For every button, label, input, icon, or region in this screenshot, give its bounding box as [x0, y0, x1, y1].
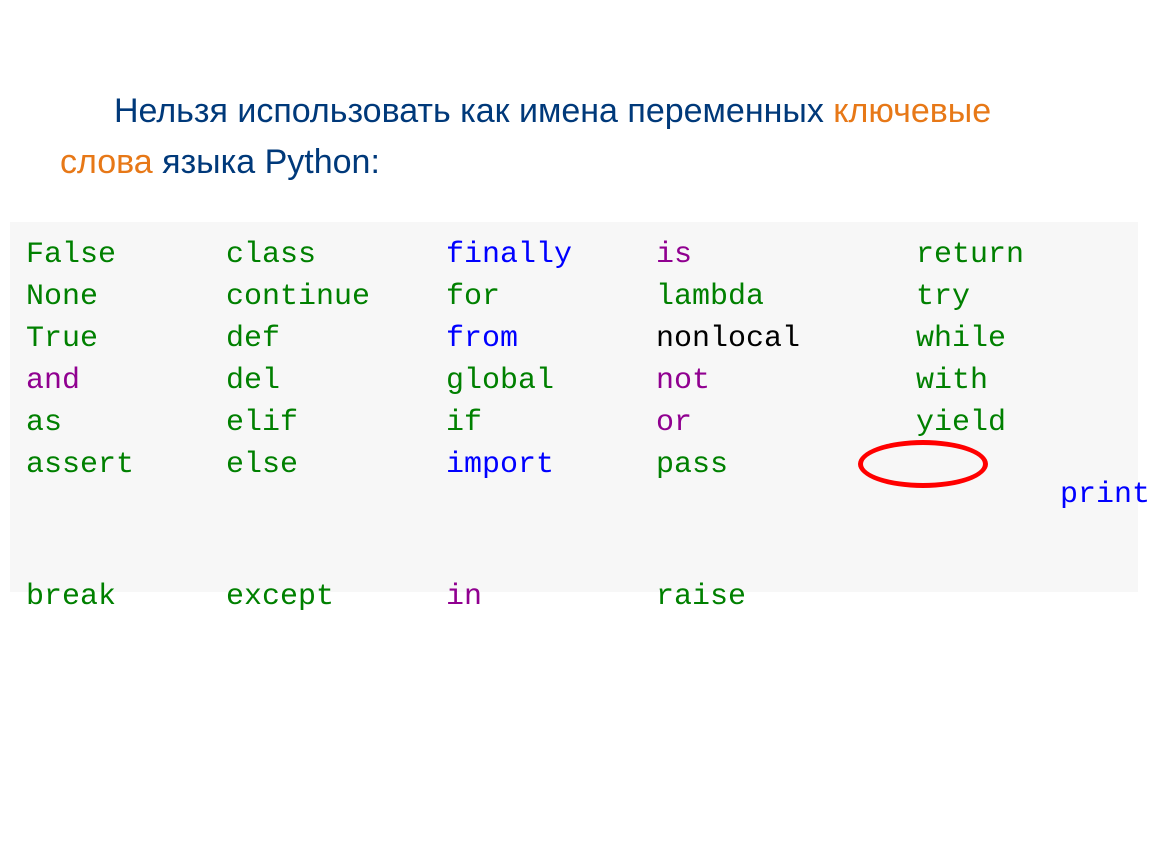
- kw-cell: yield: [876, 408, 1150, 438]
- kw-cell: True: [26, 324, 226, 354]
- kw-print: print: [1060, 478, 1150, 512]
- kw-cell: elif: [226, 408, 446, 438]
- kw-cell: break: [26, 582, 226, 612]
- kw-cell: or: [656, 408, 876, 438]
- kw-cell: class: [226, 240, 446, 270]
- kw-cell: def: [226, 324, 446, 354]
- kw-cell: False: [26, 240, 226, 270]
- kw-cell: finally: [446, 240, 656, 270]
- circle-annotation-icon: [858, 440, 988, 488]
- kw-cell: import: [446, 450, 656, 570]
- kw-cell: and: [26, 366, 226, 396]
- kw-cell: del: [226, 366, 446, 396]
- kw-cell: from: [446, 324, 656, 354]
- heading-part2: языка Python:: [153, 143, 380, 181]
- heading-part1: Нельзя использовать как имена переменных: [114, 92, 833, 130]
- kw-cell: else: [226, 450, 446, 570]
- heading-text: Нельзя использовать как имена переменных…: [60, 86, 1090, 188]
- kw-cell: assert: [26, 450, 226, 570]
- kw-cell: continue: [226, 282, 446, 312]
- kw-cell: for: [446, 282, 656, 312]
- keywords-panel: False class finally is return None conti…: [10, 222, 1138, 592]
- kw-cell: raise: [656, 582, 876, 612]
- kw-cell: if: [446, 408, 656, 438]
- kw-cell-empty: [876, 582, 1150, 612]
- kw-cell: global: [446, 366, 656, 396]
- kw-cell: in: [446, 582, 656, 612]
- kw-cell: lambda: [656, 282, 876, 312]
- kw-cell: not: [656, 366, 876, 396]
- kw-circled-cell: print: [876, 450, 1150, 570]
- slide: Нельзя использовать как имена переменных…: [0, 0, 1150, 864]
- kw-cell: except: [226, 582, 446, 612]
- kw-cell: while: [876, 324, 1150, 354]
- kw-cell: with: [876, 366, 1150, 396]
- keywords-grid: False class finally is return None conti…: [26, 240, 1122, 612]
- kw-cell: try: [876, 282, 1150, 312]
- kw-cell: as: [26, 408, 226, 438]
- kw-cell: None: [26, 282, 226, 312]
- kw-cell: pass: [656, 450, 876, 570]
- kw-cell: return: [876, 240, 1150, 270]
- kw-cell: nonlocal: [656, 324, 876, 354]
- kw-cell: is: [656, 240, 876, 270]
